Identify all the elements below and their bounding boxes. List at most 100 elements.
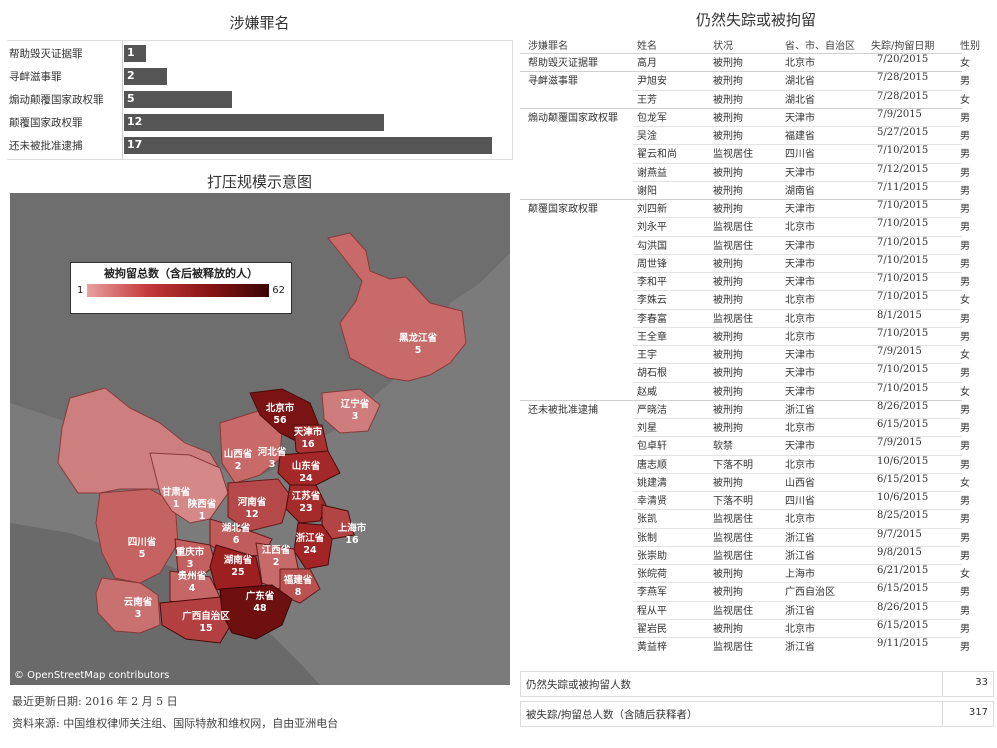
crime-bar-value: 12 [127,115,143,128]
crime-bar[interactable]: 17 [124,137,492,154]
province-cell: 天津市 [785,350,815,361]
table-row[interactable]: 刘永平 监视居住 北京市 7/10/2015 男 [520,215,992,233]
crime-bar-chart: 帮助毁灭证据罪 1 寻衅滋事罪 2 煽动颠覆国家政权罪 5 颠覆国家政权罪 12 还未被批准逮捕… [7,40,513,160]
table-row[interactable]: 张制 监视居住 浙江省 9/7/2015 男 [520,526,992,544]
table-row[interactable]: 李燕军 被刑拘 广西自治区 6/15/2015 男 [520,580,992,598]
table-row[interactable]: 颠覆国家政权罪 刘四新 被刑拘 天津市 7/10/2015 男 [520,197,992,215]
status-cell: 监视居住 [713,240,753,252]
status-cell: 被刑拘 [713,477,743,489]
gender-cell: 男 [960,258,970,270]
province-name: 辽宁省 [341,398,370,410]
crime-cell: 煽动颠覆国家政权罪 [528,112,618,124]
table-row[interactable]: 王宇 被刑拘 天津市 7/9/2015 女 [520,343,992,361]
name-cell: 赵威 [637,386,657,398]
crime-category-label: 煽动颠覆国家政权罪 [9,94,104,106]
province-name: 陕西省 [188,498,217,510]
table-row[interactable]: 李姝云 被刑拘 北京市 7/10/2015 女 [520,288,992,306]
crime-cell: 寻衅滋事罪 [528,76,578,88]
table-row[interactable]: 谢燕益 被刑拘 天津市 7/12/2015 男 [520,161,992,179]
name-cell: 李和平 [637,277,667,288]
province-count: 48 [253,603,267,614]
table-row[interactable]: 胡石根 被刑拘 天津市 7/10/2015 男 [520,361,992,379]
status-cell: 被刑拘 [713,623,743,635]
table-row[interactable]: 王全章 被刑拘 北京市 7/10/2015 男 [520,325,992,343]
table-row[interactable]: 张皖荷 被刑拘 上海市 6/21/2015 女 [520,562,992,580]
table-column-header[interactable]: 状况 [713,37,733,52]
province-count: 3 [269,459,276,470]
table-column-header[interactable]: 性别 [960,37,980,52]
crime-bar[interactable]: 12 [124,114,384,131]
gender-cell: 男 [960,331,970,343]
table-row[interactable]: 包卓轩 软禁 天津市 7/9/2015 男 [520,434,992,452]
province-name: 四川省 [128,536,157,548]
status-cell: 被刑拘 [713,368,743,380]
name-cell: 王宇 [637,350,657,361]
province-cell: 天津市 [785,277,815,288]
crime-bar[interactable]: 2 [124,68,168,85]
table-column-header[interactable]: 姓名 [637,37,657,52]
table-row[interactable]: 黄益梓 监视居住 浙江省 9/11/2015 男 [520,635,992,653]
gender-cell: 女 [960,477,970,489]
table-row[interactable]: 翟云和尚 监视居住 四川省 7/10/2015 男 [520,142,992,160]
table-row[interactable]: 李春富 监视居住 北京市 8/1/2015 男 [520,307,992,325]
date-cell: 7/10/2015 [877,254,929,266]
province-name: 贵州省 [178,570,207,582]
crime-bar[interactable]: 1 [124,45,146,62]
province-cell: 浙江省 [785,404,815,416]
table-row[interactable]: 赵威 被刑拘 天津市 7/10/2015 女 [520,380,992,398]
province-name: 江西省 [262,544,291,556]
table-row[interactable]: 程从平 监视居住 浙江省 8/26/2015 男 [520,599,992,617]
table-column-header[interactable]: 涉嫌罪名 [528,37,568,52]
table-row[interactable]: 翟岩民 被刑拘 北京市 6/15/2015 男 [520,617,992,635]
table-row[interactable]: 周世锋 被刑拘 天津市 7/10/2015 男 [520,252,992,270]
table-row[interactable]: 勾洪国 监视居住 天津市 7/10/2015 男 [520,234,992,252]
province-cell: 北京市 [785,623,815,635]
crime-category-label: 寻衅滋事罪 [9,71,62,83]
gender-cell: 男 [960,441,970,453]
status-cell: 被刑拘 [713,204,743,215]
province-cell: 天津市 [785,368,815,380]
province-cell: 北京市 [785,222,815,234]
gender-cell: 男 [960,222,970,234]
gender-cell: 男 [960,112,970,124]
table-row[interactable]: 帮助毁灭证据罪 高月 被刑拘 北京市 7/20/2015 女 [520,51,992,69]
table-row[interactable]: 王芳 被刑拘 湖北省 7/28/2015 女 [520,88,992,106]
province-cell: 天津市 [785,386,815,398]
date-cell: 7/20/2015 [877,54,929,65]
province-count: 24 [303,545,317,556]
province-name: 北京市 [266,402,295,414]
table-row[interactable]: 谢阳 被刑拘 湖南省 7/11/2015 男 [520,179,992,197]
status-cell: 被刑拘 [713,277,743,288]
table-column-header[interactable]: 省、市、自治区 [785,37,855,52]
gender-cell: 男 [960,532,970,544]
province-count: 25 [231,567,244,578]
table-row[interactable]: 刘星 被刑拘 北京市 6/15/2015 男 [520,416,992,434]
table-row[interactable]: 唐志顺 下落不明 北京市 10/6/2015 男 [520,453,992,471]
crime-bar-value: 2 [127,69,135,82]
table-row[interactable]: 姚建清 被刑拘 山西省 6/15/2015 女 [520,471,992,489]
date-cell: 9/11/2015 [877,638,929,649]
date-cell: 5/27/2015 [877,127,929,138]
table-row[interactable]: 寻衅滋事罪 尹旭安 被刑拘 湖北省 7/28/2015 男 [520,69,992,87]
name-cell: 李燕军 [637,587,667,599]
map-attribution[interactable]: © OpenStreetMap contributors [14,670,169,681]
crime-bar[interactable]: 5 [124,91,233,108]
table-row[interactable]: 煽动颠覆国家政权罪 包龙军 被刑拘 天津市 7/9/2015 男 [520,106,992,124]
status-cell: 被刑拘 [713,258,743,270]
status-cell: 监视居住 [713,605,753,617]
gender-cell: 男 [960,459,970,471]
table-column-header[interactable]: 失踪/拘留日期 [871,37,934,52]
crime-bar-value: 17 [127,138,143,151]
table-row[interactable]: 还未被批准逮捕 严晓洁 被刑拘 浙江省 8/26/2015 男 [520,398,992,416]
table-row[interactable]: 张崇助 监视居住 浙江省 9/8/2015 男 [520,544,992,562]
name-cell: 包卓轩 [637,441,667,453]
table-row[interactable]: 幸清贤 下落不明 四川省 10/6/2015 男 [520,489,992,507]
crime-category-label: 颠覆国家政权罪 [9,117,83,129]
province-count: 5 [415,345,422,356]
table-row[interactable]: 李和平 被刑拘 天津市 7/10/2015 男 [520,270,992,288]
table-row[interactable]: 张凯 监视居住 北京市 8/25/2015 男 [520,507,992,525]
date-cell: 8/26/2015 [877,400,929,412]
name-cell: 王全章 [637,331,667,343]
province-name: 山西省 [224,448,253,460]
table-row[interactable]: 吴淦 被刑拘 福建省 5/27/2015 男 [520,124,992,142]
